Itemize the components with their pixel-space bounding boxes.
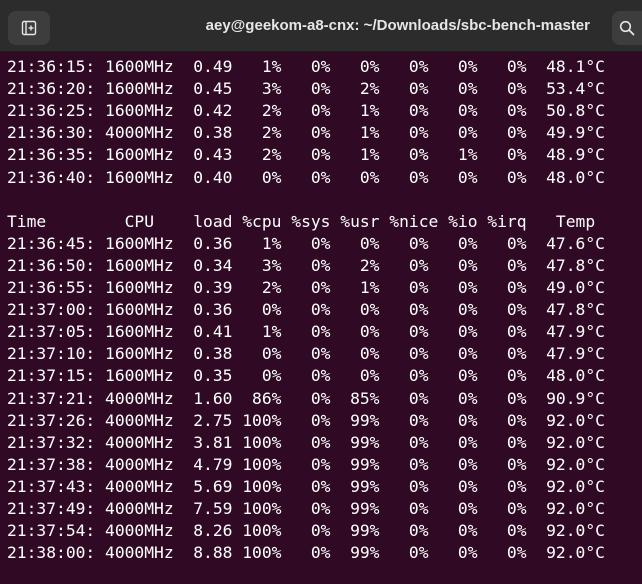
terminal-line: 21:36:15: 1600MHz 0.49 1% 0% 0% 0% 0% 0%… (7, 57, 605, 76)
window-title: aey@geekom-a8-cnx: ~/Downloads/sbc-bench… (0, 0, 612, 52)
terminal-line: 21:37:49: 4000MHz 7.59 100% 0% 99% 0% 0%… (7, 499, 605, 518)
search-icon (619, 20, 635, 36)
title-bar: aey@geekom-a8-cnx: ~/Downloads/sbc-bench… (0, 0, 642, 52)
terminal-line: 21:36:45: 1600MHz 0.36 1% 0% 0% 0% 0% 0%… (7, 233, 605, 253)
terminal-line: 21:37:26: 4000MHz 2.75 100% 0% 99% 0% 0%… (7, 410, 605, 430)
terminal-line: 21:37:38: 4000MHz 4.79 100% 0% 99% 0% 0%… (7, 454, 605, 474)
terminal-line: 21:36:20: 1600MHz 0.45 3% 0% 2% 0% 0% 0%… (7, 79, 605, 99)
terminal-line: 21:36:55: 1600MHz 0.39 2% 0% 1% 0% 0% 0%… (7, 278, 605, 297)
terminal-line: 21:36:50: 1600MHz 0.34 3% 0% 2% 0% 0% 0%… (7, 255, 605, 275)
terminal-line: 21:37:00: 1600MHz 0.36 0% 0% 0% 0% 0% 0%… (7, 300, 605, 320)
terminal-line: 21:37:32: 4000MHz 3.81 100% 0% 99% 0% 0%… (7, 432, 605, 452)
search-button[interactable] (612, 11, 642, 45)
terminal-line: 21:36:30: 4000MHz 0.38 2% 0% 1% 0% 0% 0%… (7, 123, 605, 143)
terminal-window: aey@geekom-a8-cnx: ~/Downloads/sbc-bench… (0, 0, 642, 584)
window-title-text: aey@geekom-a8-cnx: ~/Downloads/sbc-bench… (205, 17, 590, 34)
terminal-line: 21:36:40: 1600MHz 0.40 0% 0% 0% 0% 0% 0%… (7, 167, 605, 187)
terminal-line: 21:38:00: 4000MHz 8.88 100% 0% 99% 0% 0%… (7, 543, 605, 563)
terminal-line: 21:36:35: 1600MHz 0.43 2% 0% 1% 0% 1% 0%… (7, 145, 605, 165)
terminal-line: 21:37:21: 4000MHz 1.60 86% 0% 85% 0% 0% … (7, 388, 605, 408)
terminal-line: 21:37:54: 4000MHz 8.26 100% 0% 99% 0% 0%… (7, 521, 605, 541)
terminal-line: 21:37:05: 1600MHz 0.41 1% 0% 0% 0% 0% 0%… (7, 322, 605, 342)
terminal-line: 21:37:43: 4000MHz 5.69 100% 0% 99% 0% 0%… (7, 476, 605, 496)
terminal-output[interactable]: 21:36:15: 1600MHz 0.49 1% 0% 0% 0% 0% 0%… (0, 52, 642, 584)
terminal-line: 21:37:15: 1600MHz 0.35 0% 0% 0% 0% 0% 0%… (7, 366, 605, 386)
terminal-line: Time CPU load %cpu %sys %usr %nice %io %… (7, 211, 596, 231)
terminal-line: 21:37:10: 1600MHz 0.38 0% 0% 0% 0% 0% 0%… (7, 344, 605, 364)
terminal-line: 21:36:25: 1600MHz 0.42 2% 0% 1% 0% 0% 0%… (7, 101, 605, 121)
